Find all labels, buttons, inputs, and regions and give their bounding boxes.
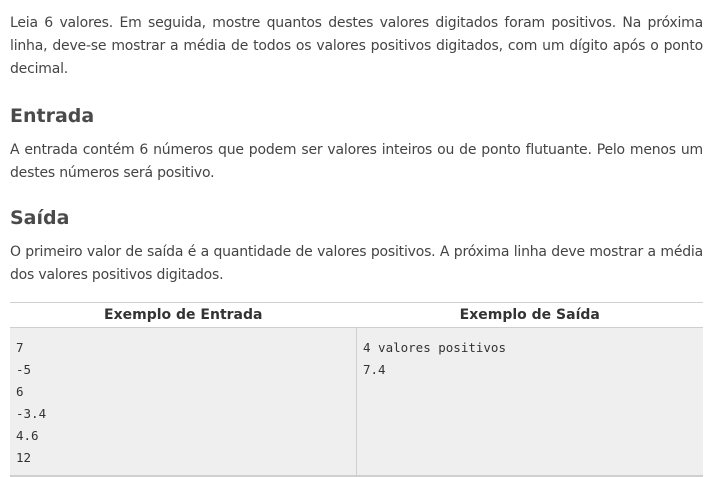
example-input-header: Exemplo de Entrada [10, 302, 357, 328]
examples-table: Exemplo de Entrada Exemplo de Saída 7 -5… [10, 302, 703, 477]
input-section-heading: Entrada [10, 105, 95, 127]
example-output-line: 7.4 [363, 362, 386, 377]
example-output-cell: 4 valores positivos 7.4 [356, 327, 703, 477]
example-output-line: 4 valores positivos [363, 340, 506, 355]
example-input-cell: 7 -5 6 -3.4 4.6 12 [10, 327, 357, 477]
example-input-line: -3.4 [16, 406, 47, 421]
example-input-line: -5 [16, 362, 32, 377]
problem-description: Leia 6 valores. Em seguida, mostre quant… [10, 15, 703, 77]
example-input-line: 4.6 [16, 428, 39, 443]
problem-page: Leia 6 valores. Em seguida, mostre quant… [0, 0, 715, 477]
example-input-line: 6 [16, 384, 24, 399]
output-section-heading: Saída [10, 207, 70, 229]
example-output-header: Exemplo de Saída [356, 302, 703, 328]
input-section-text: A entrada contém 6 números que podem ser… [10, 142, 703, 181]
example-input-line: 7 [16, 340, 24, 355]
example-input-line: 12 [16, 450, 32, 465]
output-section-text: O primeiro valor de saída é a quantidade… [10, 244, 703, 283]
